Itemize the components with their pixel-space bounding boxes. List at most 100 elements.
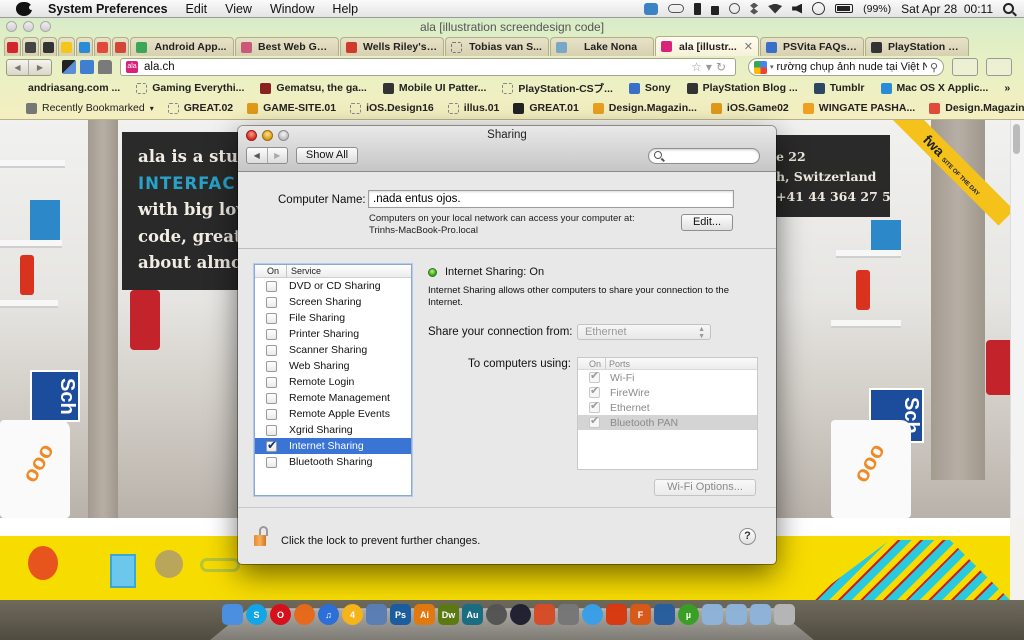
service-row[interactable]: Bluetooth Sharing <box>255 454 411 470</box>
battery-pill-icon[interactable] <box>668 4 685 13</box>
service-checkbox[interactable] <box>266 376 277 388</box>
search-icon[interactable]: ⚲ <box>930 61 938 74</box>
column-service[interactable]: Service <box>287 265 321 277</box>
tab[interactable]: Tobias van S... <box>445 37 549 56</box>
dropbox-icon[interactable] <box>644 2 659 15</box>
prefs-search-input[interactable] <box>648 148 760 164</box>
url-text[interactable]: ala.ch <box>144 61 685 73</box>
prefs-forward-button[interactable]: ▶ <box>268 148 288 163</box>
tab[interactable]: PlayStation B... <box>865 37 969 56</box>
bookmark-item[interactable]: PlayStation Blog ... <box>686 82 798 94</box>
bookmark-item[interactable]: Gematsu, the ga... <box>260 82 367 94</box>
port-checkbox[interactable] <box>589 399 600 413</box>
bookmark-item[interactable]: PlayStation-CSブ... <box>502 81 613 96</box>
search-engine-dropdown-icon[interactable]: ▾ <box>770 63 774 71</box>
service-row[interactable]: Printer Sharing <box>255 326 411 342</box>
port-row[interactable]: Ethernet <box>578 399 757 415</box>
service-checkbox[interactable] <box>266 344 277 356</box>
utilities-folder-icon[interactable] <box>750 604 771 625</box>
pinned-tab[interactable] <box>58 37 75 56</box>
column-on[interactable]: On <box>578 358 606 369</box>
service-row[interactable]: Xgrid Sharing <box>255 422 411 438</box>
notifier-icon[interactable] <box>654 604 675 625</box>
itunes-icon[interactable]: ♫ <box>318 604 339 625</box>
battery-icon[interactable] <box>835 4 854 13</box>
messages-icon[interactable] <box>582 604 603 625</box>
bookmarks-overflow-button[interactable]: » <box>1004 82 1018 94</box>
opera-icon[interactable]: O <box>270 604 291 625</box>
addon-button[interactable] <box>986 58 1012 76</box>
extension-icon[interactable] <box>62 60 76 74</box>
port-checkbox[interactable] <box>589 369 600 383</box>
url-bar[interactable]: ala ala.ch ☆▾↻ <box>120 58 736 76</box>
prefs-back-button[interactable]: ◀ <box>247 148 268 163</box>
star-icon[interactable]: ☆ <box>691 60 706 74</box>
bookmark-item[interactable]: GREAT.01 <box>513 102 579 114</box>
service-checkbox[interactable] <box>266 360 277 372</box>
help-button[interactable]: ? <box>739 528 756 545</box>
menu-view[interactable]: View <box>216 2 261 16</box>
bookmark-item[interactable]: GAME-SITE.01 <box>247 102 336 114</box>
phone-icon[interactable] <box>694 2 702 15</box>
tab-active[interactable]: ala [illustr... ✕ <box>655 36 759 56</box>
contact-line[interactable]: +41 44 364 27 50 <box>776 187 890 207</box>
applications-folder-icon[interactable] <box>702 604 723 625</box>
search-query[interactable]: rường chụp ảnh nude tại Việt Nam <box>777 61 927 73</box>
print-icon[interactable] <box>98 60 112 74</box>
search-bar[interactable]: ▾ rường chụp ảnh nude tại Việt Nam ⚲ <box>748 58 944 76</box>
bookmark-item[interactable]: Gaming Everythi... <box>136 82 244 94</box>
service-row[interactable]: Remote Login <box>255 374 411 390</box>
service-checkbox[interactable] <box>266 312 277 324</box>
tab[interactable]: Wells Riley's ... <box>340 37 444 56</box>
bookmark-item[interactable]: Mobile UI Patter... <box>382 82 486 94</box>
pinned-tab[interactable] <box>4 37 21 56</box>
port-row[interactable]: FireWire <box>578 384 757 400</box>
film-reel-icon[interactable] <box>486 604 507 625</box>
service-row[interactable]: Remote Apple Events <box>255 406 411 422</box>
bookmark-item[interactable]: illus.01 <box>447 102 499 114</box>
bookmark-item[interactable]: GREAT.02 <box>167 102 233 114</box>
system-preferences-icon[interactable] <box>558 604 579 625</box>
forward-button[interactable]: ▶ <box>29 60 51 75</box>
service-checkbox[interactable] <box>266 280 277 292</box>
lock-icon[interactable] <box>711 5 720 15</box>
edit-button[interactable]: Edit... <box>681 214 733 231</box>
menu-app-name[interactable]: System Preferences <box>42 2 177 16</box>
volume-icon[interactable] <box>792 3 803 14</box>
service-checkbox[interactable] <box>266 438 277 452</box>
dreamweaver-icon[interactable]: Dw <box>438 604 459 625</box>
service-row[interactable]: Screen Sharing <box>255 294 411 310</box>
service-checkbox[interactable] <box>266 456 277 468</box>
raygun-icon[interactable] <box>534 604 555 625</box>
utorrent-icon[interactable]: µ <box>678 604 699 625</box>
show-all-button[interactable]: Show All <box>296 147 358 164</box>
intro-line-accent[interactable]: INTERFAC <box>138 171 252 198</box>
menu-help[interactable]: Help <box>323 2 367 16</box>
service-row[interactable]: Remote Management <box>255 390 411 406</box>
tab[interactable]: PSVita FAQs ... <box>760 37 864 56</box>
history-dropdown-icon[interactable]: ▾ <box>706 60 716 74</box>
service-checkbox[interactable] <box>266 424 277 436</box>
preview-icon[interactable] <box>366 604 387 625</box>
service-row[interactable]: DVD or CD Sharing <box>255 278 411 294</box>
user-icon[interactable] <box>812 2 826 15</box>
bookmark-item[interactable]: Recently Bookmarked ▾ <box>26 102 154 114</box>
page-scrollbar-thumb[interactable] <box>1013 124 1020 154</box>
audition-icon[interactable]: Au <box>462 604 483 625</box>
bookmark-item[interactable]: Design.Magazin... <box>592 102 697 114</box>
spotlight-icon[interactable] <box>1003 3 1014 14</box>
pinned-tab[interactable] <box>22 37 39 56</box>
flame-icon[interactable] <box>606 604 627 625</box>
illustrator-icon[interactable]: Ai <box>414 604 435 625</box>
pinned-tab[interactable] <box>76 37 93 56</box>
trash-icon[interactable] <box>774 604 795 625</box>
pinned-tab[interactable] <box>112 37 129 56</box>
port-checkbox[interactable] <box>589 414 600 428</box>
tab[interactable]: Lake Nona <box>550 37 654 56</box>
time-machine-icon[interactable] <box>729 3 741 14</box>
documents-folder-icon[interactable] <box>726 604 747 625</box>
bookmark-item[interactable]: Tumblr <box>813 82 865 94</box>
bookmark-item[interactable]: iOS.Design16 <box>350 102 434 114</box>
bookmark-item[interactable]: andriasang.com ... <box>28 82 120 94</box>
column-on[interactable]: On <box>255 265 287 277</box>
